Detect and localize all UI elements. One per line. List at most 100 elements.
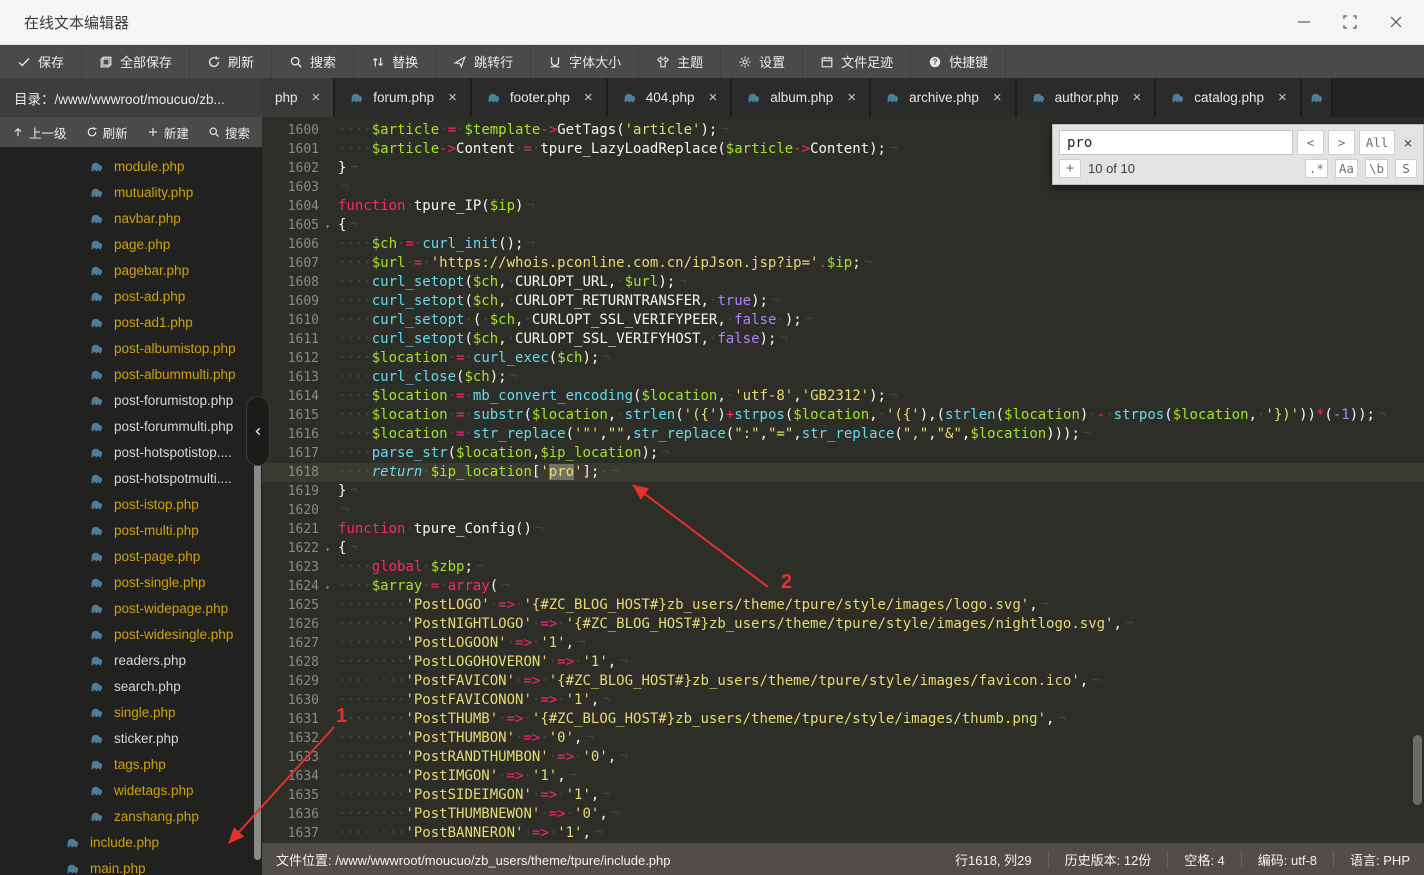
code-line-1606[interactable]: 1606····$ch·=·curl_init(); (262, 235, 1424, 254)
tab-forum[interactable]: forum.php× (335, 78, 472, 117)
sidebar-action-refresh[interactable]: 刷新 (86, 123, 128, 142)
sidebar-action-new[interactable]: 新建 (147, 123, 189, 142)
toolbar-button-file-footprint[interactable]: 文件足迹 (803, 45, 911, 78)
code-line-1622[interactable]: 1622▾{ (262, 539, 1424, 558)
file-item[interactable]: post-ad.php (0, 283, 262, 309)
code-line-content[interactable]: ····$location·=·mb_convert_encoding($loc… (332, 387, 897, 406)
search-close-icon[interactable]: × (1399, 130, 1417, 155)
toolbar-button-theme[interactable]: 主题 (639, 45, 721, 78)
code-line-content[interactable]: ····$location·=·str_replace('"',"",str_r… (332, 425, 1091, 444)
toolbar-button-save[interactable]: 保存 (0, 45, 82, 78)
code-line-content[interactable]: ····curl_setopt($ch,·CURLOPT_RETURNTRANS… (332, 292, 779, 311)
tab-close-icon[interactable]: × (847, 89, 856, 106)
code-line-content[interactable]: ········'PostLOGOON'·=>·'1', (332, 634, 586, 653)
file-item[interactable]: tags.php (0, 751, 262, 777)
file-item[interactable]: main.php (0, 855, 262, 875)
file-item[interactable]: page.php (0, 231, 262, 257)
search-selection-toggle[interactable]: S (1395, 159, 1417, 178)
code-line-1619[interactable]: 1619} (262, 482, 1424, 501)
tab-overflow[interactable] (1302, 78, 1333, 117)
code-line-content[interactable]: ········'PostTHUMBNEWON'·=>·'0', (332, 805, 619, 824)
code-line-content[interactable]: ····curl_close($ch); (332, 368, 518, 387)
sidebar-scrollbar-thumb[interactable] (254, 415, 261, 860)
code-line-1628[interactable]: 1628········'PostLOGOHOVERON'·=>·'1', (262, 653, 1424, 672)
maximize-icon[interactable] (1342, 14, 1358, 30)
tab-author[interactable]: author.php× (1017, 78, 1157, 117)
file-item[interactable]: post-widesingle.php (0, 621, 262, 647)
code-area[interactable]: 1600····$article·=·$template->GetTags('a… (262, 117, 1424, 843)
code-line-1631[interactable]: 1631········'PostTHUMB'·=>·'{#ZC_BLOG_HO… (262, 710, 1424, 729)
code-line-content[interactable]: ········'PostFAVICON'·=>·'{#ZC_BLOG_HOST… (332, 672, 1100, 691)
code-line-1605[interactable]: 1605▾{ (262, 216, 1424, 235)
search-next-button[interactable]: > (1328, 130, 1355, 155)
file-item[interactable]: pagebar.php (0, 257, 262, 283)
file-item[interactable]: post-single.php (0, 569, 262, 595)
tab-close-icon[interactable]: × (709, 89, 718, 106)
toolbar-button-font-size[interactable]: 字体大小 (531, 45, 639, 78)
code-line-1635[interactable]: 1635········'PostSIDEIMGON'·=>·'1', (262, 786, 1424, 805)
code-line-content[interactable]: ····curl_setopt($ch,·CURLOPT_SSL_VERIFYH… (332, 330, 788, 349)
sidebar-collapse-handle[interactable] (246, 396, 270, 466)
search-all-button[interactable]: All (1359, 130, 1395, 155)
file-item[interactable]: include.php (0, 829, 262, 855)
file-item[interactable]: post-istop.php (0, 491, 262, 517)
code-line-content[interactable]: ········'PostBANNERON'·=>·'1', (332, 824, 602, 843)
editor-scrollbar-thumb[interactable] (1413, 735, 1422, 805)
file-item[interactable]: sticker.php (0, 725, 262, 751)
code-line-content[interactable]: ········'PostTHUMBON'·=>·'0', (332, 729, 594, 748)
code-line-content[interactable]: ····global·$zbp; (332, 558, 484, 577)
sidebar-action-up-level[interactable]: 上一级 (12, 123, 67, 142)
search-case-toggle[interactable]: Aa (1335, 159, 1358, 178)
file-item[interactable]: search.php (0, 673, 262, 699)
code-line-content[interactable]: { (332, 539, 358, 558)
code-line-1625[interactable]: 1625········'PostLOGO'·=>·'{#ZC_BLOG_HOS… (262, 596, 1424, 615)
code-line-content[interactable]: ········'PostNIGHTLOGO'·=>·'{#ZC_BLOG_HO… (332, 615, 1133, 634)
code-line-1634[interactable]: 1634········'PostIMGON'·=>·'1', (262, 767, 1424, 786)
code-line-1627[interactable]: 1627········'PostLOGOON'·=>·'1', (262, 634, 1424, 653)
code-line-1632[interactable]: 1632········'PostTHUMBON'·=>·'0', (262, 729, 1424, 748)
file-item[interactable]: post-hotspotmulti.... (0, 465, 262, 491)
toolbar-button-shortcuts[interactable]: ?快捷键 (911, 45, 1006, 78)
fold-marker-icon[interactable]: ▾ (325, 578, 330, 597)
toolbar-button-goto-line[interactable]: 跳转行 (436, 45, 531, 78)
file-item[interactable]: mutuality.php (0, 179, 262, 205)
code-line-content[interactable]: ····$article->Content·=·tpure_LazyLoadRe… (332, 140, 897, 159)
tab-close-icon[interactable]: × (312, 89, 321, 106)
tab-album[interactable]: album.php× (732, 78, 871, 117)
toolbar-button-save-all[interactable]: 全部保存 (82, 45, 190, 78)
code-line-1636[interactable]: 1636········'PostTHUMBNEWON'·=>·'0', (262, 805, 1424, 824)
code-line-content[interactable]: function·tpure_IP($ip) (332, 197, 535, 216)
code-line-1609[interactable]: 1609····curl_setopt($ch,·CURLOPT_RETURNT… (262, 292, 1424, 311)
tab-close-icon[interactable]: × (448, 89, 457, 106)
file-item[interactable]: post-hotspotistop.... (0, 439, 262, 465)
code-line-content[interactable] (332, 178, 349, 197)
code-line-content[interactable]: ········'PostLOGOHOVERON'·=>·'1', (332, 653, 628, 672)
toolbar-button-search[interactable]: 搜索 (272, 45, 354, 78)
code-line-content[interactable]: } (332, 482, 358, 501)
code-line-1621[interactable]: 1621function·tpure_Config() (262, 520, 1424, 539)
code-line-content[interactable]: ····curl_setopt·(·$ch,·CURLOPT_SSL_VERIF… (332, 311, 813, 330)
tab-archive[interactable]: archive.php× (871, 78, 1017, 117)
code-line-1612[interactable]: 1612····$location·=·curl_exec($ch); (262, 349, 1424, 368)
code-line-1616[interactable]: 1616····$location·=·str_replace('"',"",s… (262, 425, 1424, 444)
code-line-1614[interactable]: 1614····$location·=·mb_convert_encoding(… (262, 387, 1424, 406)
code-line-content[interactable]: ····curl_setopt($ch,·CURLOPT_URL,·$url); (332, 273, 687, 292)
tab-close-icon[interactable]: × (1278, 89, 1287, 106)
tab-include[interactable]: php× (262, 78, 335, 117)
tab-catalog[interactable]: catalog.php× (1156, 78, 1302, 117)
file-item[interactable]: post-widepage.php (0, 595, 262, 621)
code-line-content[interactable]: ····$ch·=·curl_init(); (332, 235, 535, 254)
code-line-content[interactable]: ····$location·=·curl_exec($ch); (332, 349, 611, 368)
file-item[interactable]: zanshang.php (0, 803, 262, 829)
code-line-1618[interactable]: 1618····return·$ip_location['pro'];· (262, 463, 1424, 482)
file-item[interactable]: post-albummulti.php (0, 361, 262, 387)
file-item[interactable]: navbar.php (0, 205, 262, 231)
code-line-content[interactable]: ········'PostTHUMB'·=>·'{#ZC_BLOG_HOST#}… (332, 710, 1066, 729)
fold-marker-icon[interactable]: ▾ (325, 217, 330, 236)
code-line-1610[interactable]: 1610····curl_setopt·(·$ch,·CURLOPT_SSL_V… (262, 311, 1424, 330)
code-line-1620[interactable]: 1620 (262, 501, 1424, 520)
code-line-content[interactable]: } (332, 159, 358, 178)
code-line-content[interactable]: function·tpure_Config() (332, 520, 543, 539)
code-line-1613[interactable]: 1613····curl_close($ch); (262, 368, 1424, 387)
code-line-1630[interactable]: 1630········'PostFAVICONON'·=>·'1', (262, 691, 1424, 710)
